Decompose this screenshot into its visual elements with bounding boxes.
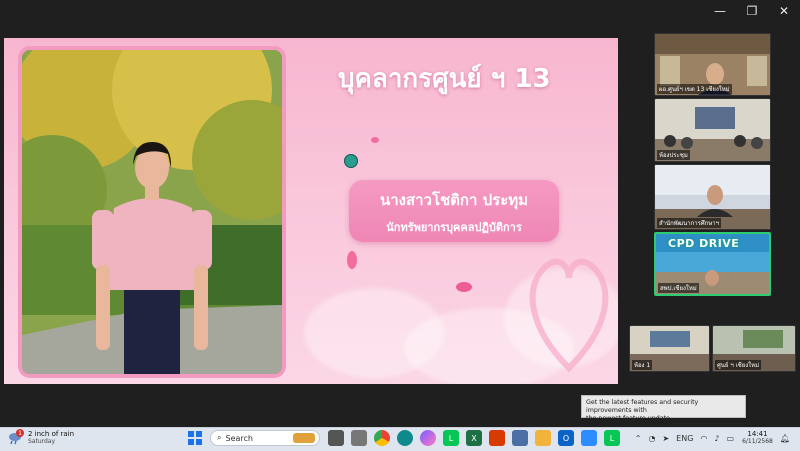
language-indicator[interactable]: ENG	[676, 434, 693, 443]
file-icon[interactable]	[351, 430, 367, 446]
line-app-icon[interactable]: L	[604, 430, 620, 446]
network-icon[interactable]: ◔	[648, 434, 655, 443]
window-controls: — ❐ ✕	[704, 0, 800, 22]
clock-time: 14:41	[747, 430, 768, 438]
name-card: นางสาวโชติกา ประทุม นักทรัพยากรบุคคลปฏิบ…	[349, 180, 559, 242]
person-name: นางสาวโชติกา ประทุม	[379, 191, 529, 209]
pointer-icon	[344, 154, 358, 168]
minimize-button[interactable]: —	[704, 0, 736, 22]
update-notification-line2: the newest feature update.	[586, 415, 672, 422]
taskbar: 1 2 inch of rain Saturday ⌕ Search L X O…	[0, 427, 800, 451]
weather-widget[interactable]: 1 2 inch of rain Saturday	[8, 429, 75, 446]
participant-tile[interactable]: ห้อง 1	[629, 325, 710, 372]
notepad-icon[interactable]	[512, 430, 528, 446]
petal-decoration	[456, 282, 472, 292]
participant-label: ห้องประชุม	[657, 150, 690, 160]
chevron-up-icon[interactable]: ⌃	[635, 434, 642, 443]
task-view-icon[interactable]	[328, 430, 344, 446]
copilot-icon[interactable]	[420, 430, 436, 446]
petal-decoration	[347, 251, 357, 269]
participant-label: สำนักพัฒนาการศึกษาฯ	[657, 218, 721, 228]
participant-tile[interactable]: ผอ.ศูนย์ฯ เขต 13 เชียงใหม่	[654, 33, 771, 96]
taskbar-apps: ⌕ Search L X O L	[187, 430, 627, 446]
folder-icon[interactable]	[535, 430, 551, 446]
speaker-video-frame	[18, 46, 286, 378]
clock[interactable]: 14:41 6/11/2568	[742, 430, 773, 446]
chrome-icon[interactable]	[374, 430, 390, 446]
participant-label: ศูนย์ ฯ เชียงใหม่	[715, 360, 762, 370]
line-icon[interactable]: L	[443, 430, 459, 446]
update-notification[interactable]: Get the latest features and security imp…	[581, 395, 746, 422]
search-highlight-icon	[293, 433, 315, 443]
participant-label: ห้อง 1	[632, 360, 653, 370]
participant-tile[interactable]: สำนักพัฒนาการศึกษาฯ	[654, 164, 771, 230]
person-role: นักทรัพยากรบุคคลปฏิบัติการ	[386, 221, 522, 234]
participant-label: สพป.เชียงใหม่	[658, 283, 699, 293]
search-icon: ⌕	[217, 433, 222, 442]
clock-date: 6/11/2568	[742, 438, 773, 445]
slide-title: บุคลากรศูนย์ ฯ 13	[338, 64, 551, 94]
windows-start-icon[interactable]	[187, 430, 203, 446]
participant-label: ผอ.ศูนย์ฯ เขต 13 เชียงใหม่	[657, 84, 732, 94]
petal-decoration	[371, 137, 379, 143]
shared-slide: บุคลากรศูนย์ ฯ 13 นางสาวโชติกา ประทุม นั…	[4, 38, 618, 384]
notification-bell-icon[interactable]: 🔔︎	[780, 434, 790, 443]
volume-icon[interactable]: ♪	[714, 434, 719, 443]
cpd-banner: CPD DRIVE	[668, 237, 740, 250]
heart-outline-decoration	[529, 258, 609, 373]
restore-button[interactable]: ❐	[736, 0, 768, 22]
system-tray: ⌃ ◔ ➤ ENG ◠ ♪ ▭ 14:41 6/11/2568 🔔︎	[628, 430, 790, 446]
speaker-video	[22, 50, 282, 374]
close-button[interactable]: ✕	[768, 0, 800, 22]
update-notification-line1: Get the latest features and security imp…	[586, 399, 699, 414]
weather-badge: 1	[16, 429, 24, 437]
send-icon[interactable]: ➤	[662, 434, 669, 443]
participant-tile[interactable]: ศูนย์ ฯ เชียงใหม่	[712, 325, 796, 372]
taskbar-search[interactable]: ⌕ Search	[210, 430, 320, 446]
participant-tile[interactable]: CPD DRIVE สพป.เชียงใหม่	[654, 232, 771, 296]
outlook-icon[interactable]: O	[558, 430, 574, 446]
participant-tile[interactable]: ห้องประชุม	[654, 98, 771, 162]
wifi-icon[interactable]: ◠	[700, 434, 707, 443]
edge-icon[interactable]	[397, 430, 413, 446]
app-red-icon[interactable]	[489, 430, 505, 446]
weather-day: Saturday	[28, 438, 56, 445]
excel-icon[interactable]: X	[466, 430, 482, 446]
battery-icon[interactable]: ▭	[727, 434, 735, 443]
zoom-icon[interactable]	[581, 430, 597, 446]
weather-title: 2 inch of rain	[28, 430, 75, 438]
search-input[interactable]: Search	[225, 434, 252, 443]
